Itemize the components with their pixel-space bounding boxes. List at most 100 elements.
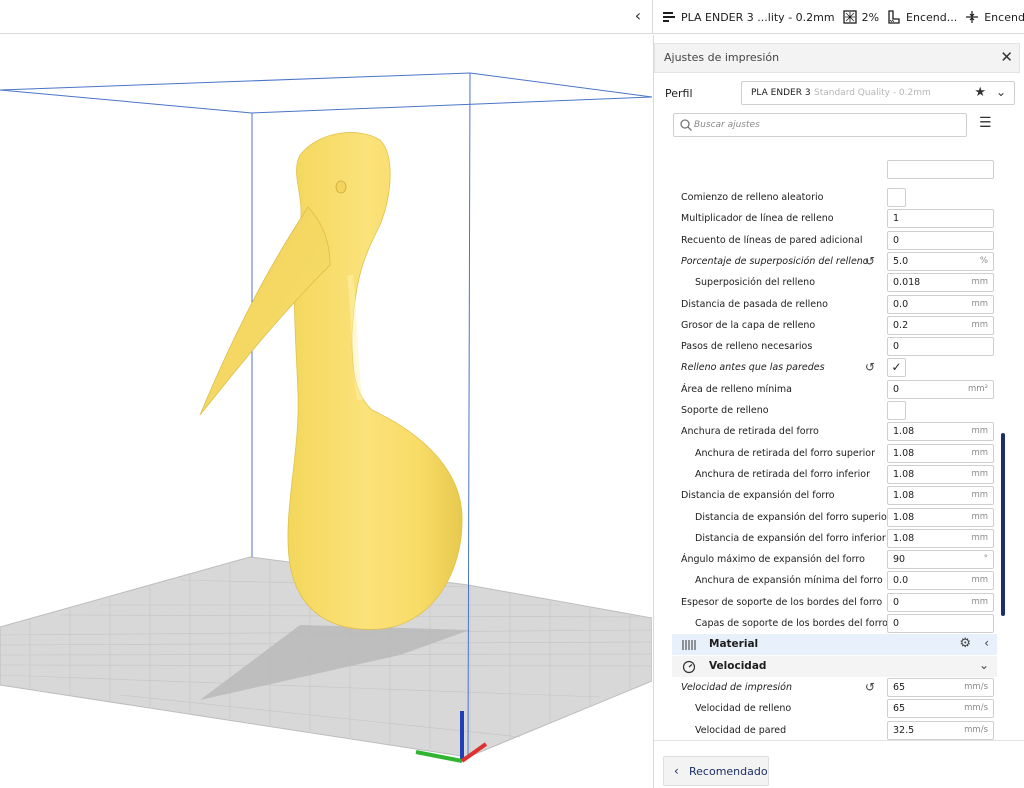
star-icon[interactable]: ★	[974, 85, 986, 100]
setting-field[interactable]: 0	[887, 230, 994, 250]
setting-label: Relleno antes que las paredes	[681, 362, 825, 374]
panel-header: Ajustes de impresión ✕	[654, 43, 1020, 73]
setting-label: Porcentaje de superposición del relleno	[681, 255, 869, 267]
setting-checkbox[interactable]	[887, 401, 906, 420]
setting-field[interactable]: 0.0 mm	[887, 294, 994, 314]
chevron-down-icon[interactable]: ⌄	[996, 85, 1006, 99]
3d-viewport[interactable]	[0, 35, 652, 788]
setting-value: 1	[893, 213, 900, 225]
setting-row: Distancia de expansión del forro 1.08 mm	[654, 485, 999, 506]
panel-footer: ‹ Recomendado	[654, 740, 1024, 788]
setting-value: 32.5	[893, 724, 915, 736]
setting-field[interactable]: 5.0%	[887, 251, 994, 271]
setting-label: Ángulo máximo de expansión del forro	[681, 554, 865, 566]
chevron-down-icon[interactable]: ⌄	[979, 658, 989, 672]
infill-summary-text: 2%	[861, 10, 880, 24]
setting-row: Pasos de relleno necesarios 0	[654, 336, 999, 357]
section-velocidad[interactable]: Velocidad ⌄	[672, 655, 997, 677]
reset-icon[interactable]: ↺	[865, 360, 875, 374]
setting-field-partial[interactable]	[887, 159, 994, 179]
setting-value: 1.08	[893, 511, 915, 523]
profile-dropdown[interactable]: PLA ENDER 3 Standard Quality - 0.2mm ★ ⌄	[741, 81, 1015, 105]
menu-icon[interactable]: ☰	[979, 115, 992, 131]
setting-row: Comienzo de relleno aleatorio	[654, 187, 999, 208]
search-box[interactable]	[673, 113, 967, 137]
setting-label: Superposición del relleno	[695, 277, 816, 289]
setting-unit: mm	[971, 532, 988, 543]
setting-label: Anchura de expansión mínima del forro	[695, 575, 883, 587]
setting-field[interactable]: 0	[887, 337, 994, 357]
setting-field[interactable]: 65 mm/s	[887, 677, 994, 697]
setting-field[interactable]: 1.08 mm	[887, 443, 994, 463]
setting-value: 1.08	[893, 447, 915, 459]
section-label: Material	[709, 638, 759, 651]
setting-checkbox[interactable]: ✓	[887, 358, 906, 378]
setting-value: 1.08	[893, 426, 915, 438]
scene-canvas	[0, 72, 652, 763]
setting-field[interactable]: 1	[887, 209, 994, 229]
setting-row-partial	[654, 159, 999, 189]
setting-row: Superposición del relleno 0.018 mm	[654, 272, 999, 293]
setting-field[interactable]: 1.08 mm	[887, 464, 994, 484]
setting-field[interactable]: 0.018 mm	[887, 273, 994, 293]
print-settings-summary[interactable]: PLA ENDER 3 ...lity - 0.2mm 2% Encend...…	[662, 0, 1024, 34]
setting-field[interactable]: 1.08 mm	[887, 422, 994, 442]
setting-field[interactable]: 0 mm	[887, 592, 994, 612]
setting-unit: %	[979, 255, 988, 266]
setting-row: Relleno antes que las paredes ↺ ✓	[654, 357, 999, 378]
chevron-left-icon[interactable]: ‹	[984, 636, 989, 650]
reset-icon[interactable]: ↺	[865, 680, 875, 694]
section-material[interactable]: Material ⚙ ‹	[672, 634, 997, 656]
setting-row: Grosor de la capa de relleno 0.2 mm	[654, 315, 999, 336]
setting-unit: mm/s	[964, 724, 988, 735]
setting-field[interactable]: 1.08 mm	[887, 507, 994, 527]
setting-label: Recuento de líneas de pared adicional	[681, 234, 863, 246]
panel-title: Ajustes de impresión	[664, 51, 780, 64]
setting-row: Anchura de retirada del forro inferior 1.…	[654, 464, 999, 485]
search-row: ☰	[654, 111, 1020, 139]
setting-row: Anchura de retirada del forro 1.08 mm	[654, 421, 999, 442]
setting-row: Velocidad de relleno 65 mm/s	[654, 698, 999, 719]
close-icon[interactable]: ✕	[1000, 48, 1013, 66]
setting-value: 0.0	[893, 575, 909, 587]
setting-label: Grosor de la capa de relleno	[681, 319, 816, 331]
setting-value: 0.2	[893, 319, 909, 331]
collapse-panel-button[interactable]: ‹	[628, 6, 648, 26]
setting-unit: mm²	[968, 383, 988, 394]
setting-label: Distancia de pasada de relleno	[681, 298, 828, 310]
reset-icon[interactable]: ↺	[865, 254, 875, 268]
support-summary-text: Encend...	[906, 10, 958, 24]
setting-field[interactable]: 65 mm/s	[887, 699, 994, 719]
setting-unit: mm/s	[964, 681, 988, 692]
setting-row: Distancia de expansión del forro superio…	[654, 507, 999, 528]
settings-scrollbar[interactable]	[1001, 433, 1005, 616]
recommended-button[interactable]: ‹ Recomendado	[663, 756, 769, 786]
bird-model[interactable]	[199, 132, 463, 630]
setting-row: Soporte de relleno	[654, 400, 999, 421]
setting-label: Pasos de relleno necesarios	[681, 341, 813, 353]
setting-field[interactable]: 90 °	[887, 550, 994, 570]
search-input[interactable]	[694, 117, 954, 133]
setting-row: Anchura de expansión mínima del forro 0.0…	[654, 570, 999, 591]
section-label: Velocidad	[709, 659, 767, 672]
profile-icon	[663, 12, 675, 22]
setting-field[interactable]: 1.08 mm	[887, 528, 994, 548]
setting-unit: °	[983, 554, 988, 565]
setting-checkbox[interactable]	[887, 188, 906, 207]
chevron-left-icon: ‹	[674, 764, 679, 778]
setting-row: Distancia de pasada de relleno 0.0 mm	[654, 294, 999, 315]
setting-field[interactable]: 1.08 mm	[887, 486, 994, 506]
setting-row: Área de relleno mínima 0 mm²	[654, 379, 999, 400]
setting-field[interactable]: 32.5 mm/s	[887, 720, 994, 740]
settings-list[interactable]: Comienzo de relleno aleatorio Multiplicad…	[654, 139, 1020, 740]
gear-icon[interactable]: ⚙	[959, 636, 971, 651]
adhesion-summary-text: Encend...	[984, 10, 1024, 24]
setting-field[interactable]: 0.0 mm	[887, 571, 994, 591]
setting-label: Comienzo de relleno aleatorio	[681, 192, 824, 203]
setting-field[interactable]: 0	[887, 614, 994, 633]
setting-field[interactable]: 0 mm²	[887, 379, 994, 399]
setting-value: 65	[893, 681, 906, 693]
setting-label: Espesor de soporte de los bordes del for…	[681, 596, 883, 608]
setting-field[interactable]: 0.2 mm	[887, 315, 994, 335]
setting-value: 0.0	[893, 298, 909, 310]
